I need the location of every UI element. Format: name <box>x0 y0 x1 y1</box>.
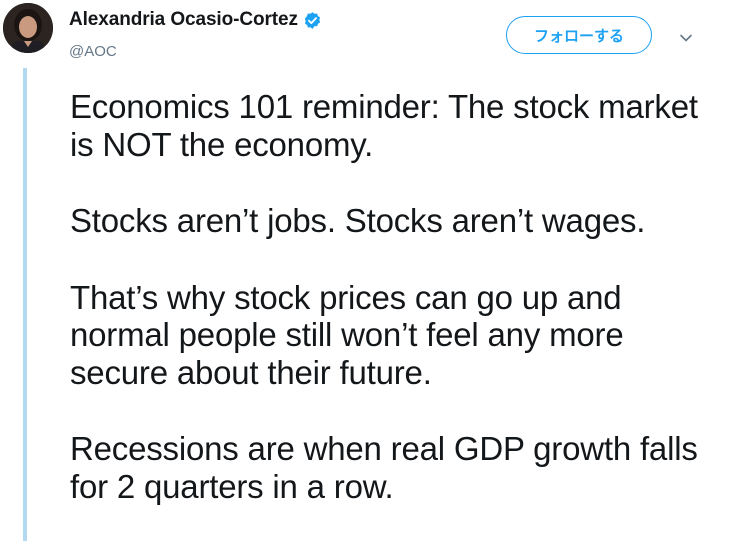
thread-line <box>23 68 27 541</box>
verified-badge-icon <box>303 11 322 30</box>
chevron-down-icon[interactable] <box>678 30 694 46</box>
tweet-paragraph: Recessions are when real GDP growth fall… <box>70 430 698 505</box>
tweet-card: Alexandria Ocasio-Cortez @AOC フォローする Eco… <box>0 0 734 541</box>
display-name[interactable]: Alexandria Ocasio-Cortez <box>69 9 298 31</box>
user-handle[interactable]: @AOC <box>69 43 117 60</box>
tweet-paragraph: Economics 101 reminder: The stock market… <box>70 88 698 163</box>
tweet-text: Economics 101 reminder: The stock market… <box>70 88 710 544</box>
profile-photo-icon <box>3 3 53 53</box>
name-row: Alexandria Ocasio-Cortez <box>69 9 322 31</box>
tweet-paragraph: That’s why stock prices can go up and no… <box>70 278 624 391</box>
tweet-paragraph: Stocks aren’t jobs. Stocks aren’t wages. <box>70 202 646 239</box>
avatar[interactable] <box>3 3 53 53</box>
follow-button[interactable]: フォローする <box>506 16 652 54</box>
